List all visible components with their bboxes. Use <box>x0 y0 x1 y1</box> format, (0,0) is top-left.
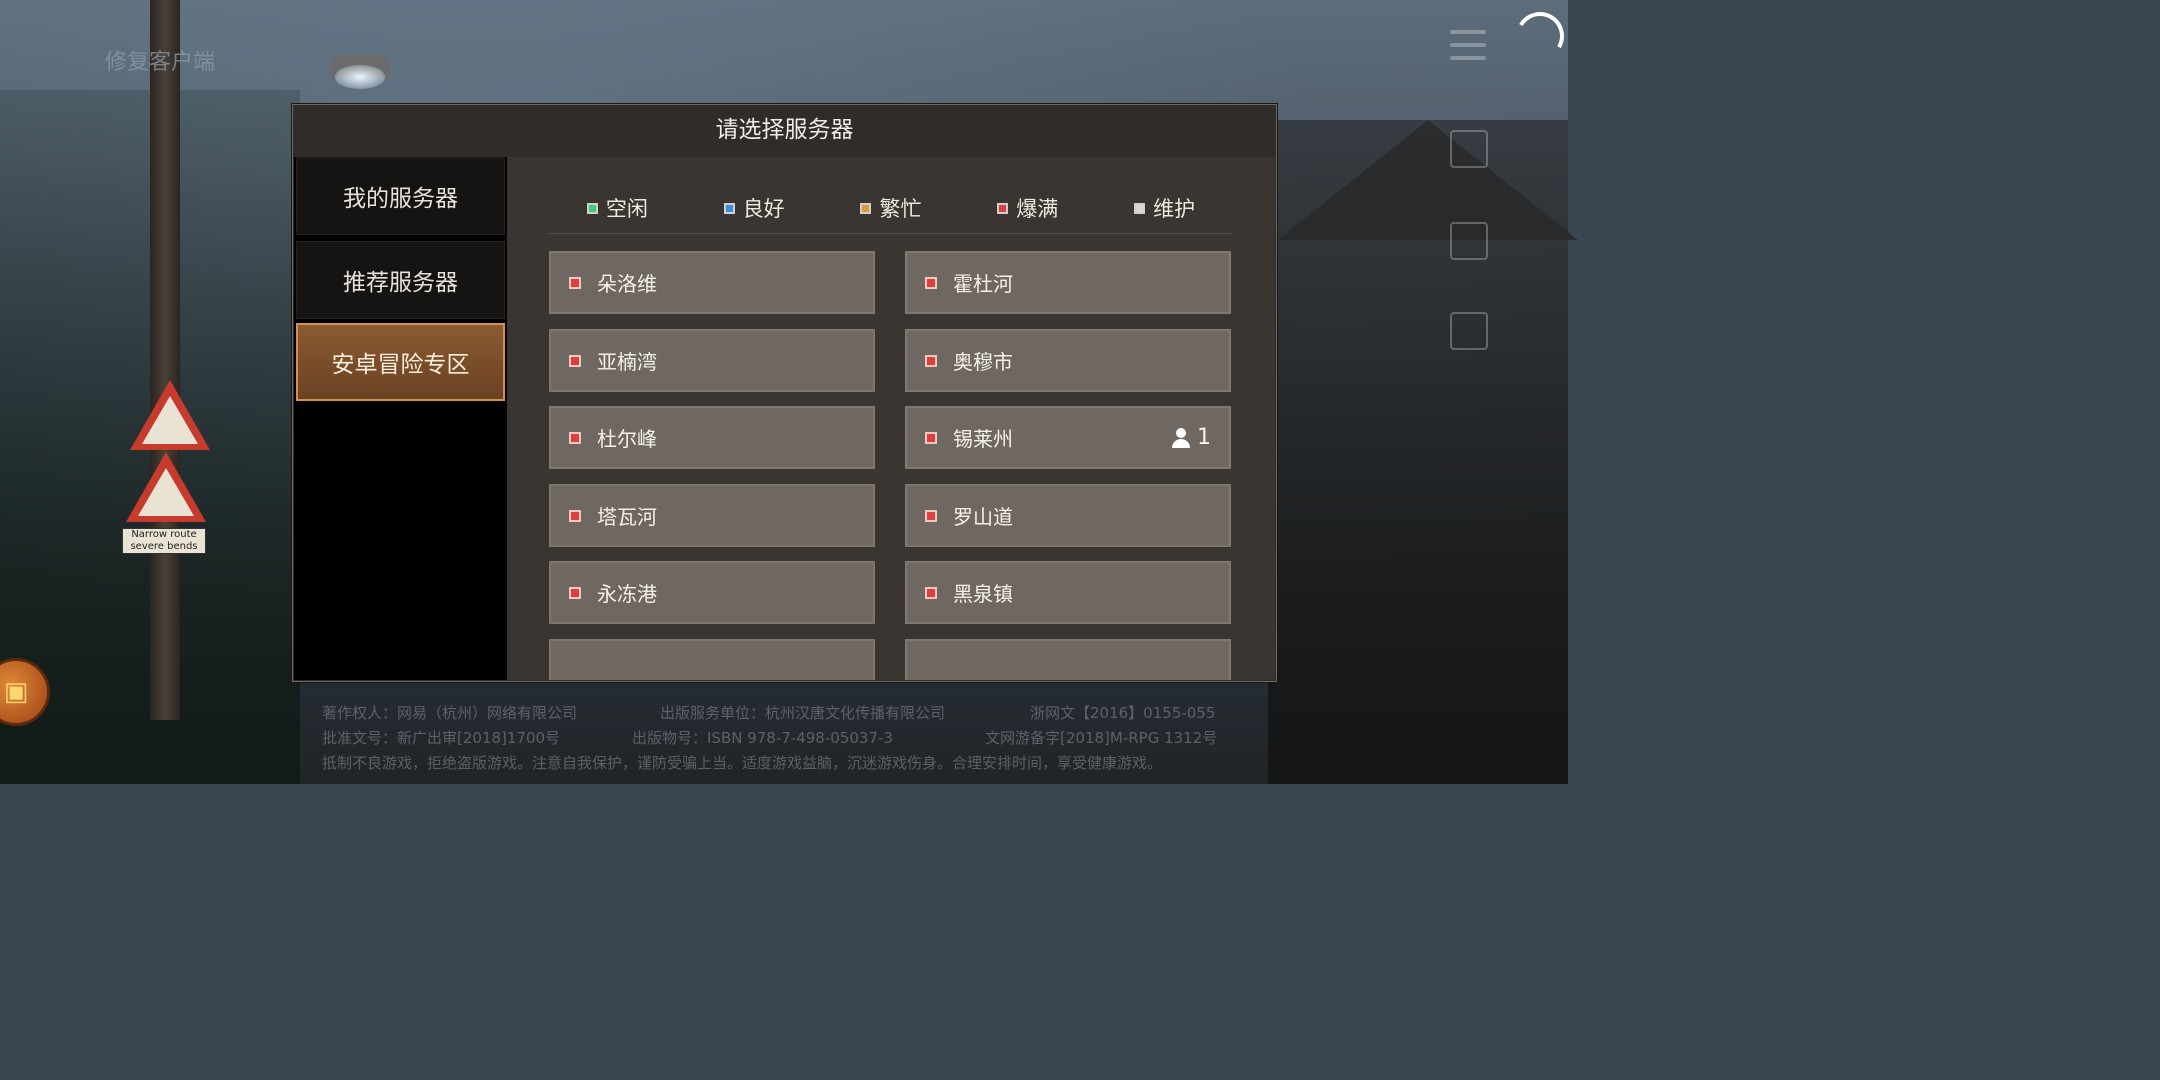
server-name: 塔瓦河 <box>597 505 657 529</box>
footer-legal: 著作权人：网易（杭州）网络有限公司 出版服务单位：杭州汉唐文化传播有限公司 浙网… <box>0 694 1568 784</box>
tab-my-servers[interactable]: 我的服务器 <box>296 157 505 235</box>
server-button[interactable]: 亚楠湾 <box>549 329 875 392</box>
server-select-dialog: 请选择服务器 我的服务器 推荐服务器 安卓冒险专区 空闲 良好 繁忙 爆满 维护… <box>292 104 1277 682</box>
notice-icon[interactable] <box>1450 130 1488 168</box>
status-maintenance-icon <box>1134 202 1146 214</box>
legend-label: 繁忙 <box>879 197 922 221</box>
status-full-icon <box>925 431 937 444</box>
edit-icon[interactable] <box>1450 222 1488 260</box>
status-full-icon <box>569 431 581 444</box>
server-name: 杜尔峰 <box>597 427 657 451</box>
status-idle-icon <box>586 202 598 214</box>
server-button-partial[interactable] <box>905 639 1231 680</box>
server-name: 朵洛维 <box>597 272 657 296</box>
dialog-title: 请选择服务器 <box>715 117 854 143</box>
tab-android-adventure[interactable]: 安卓冒险专区 <box>296 323 505 401</box>
server-button-partial[interactable] <box>549 639 875 680</box>
server-name: 永冻港 <box>597 582 657 606</box>
legend-label: 空闲 <box>605 197 648 221</box>
legend-good: 良好 <box>723 193 785 223</box>
footer-copyright: 著作权人：网易（杭州）网络有限公司 <box>322 704 578 722</box>
footer-health-notice: 抵制不良游戏，拒绝盗版游戏。注意自我保护，谨防受骗上当。适度游戏益脑，沉迷游戏伤… <box>322 754 1163 772</box>
background-house <box>1268 120 1578 784</box>
character-count-value: 1 <box>1197 425 1211 450</box>
server-name: 锡莱州 <box>953 427 1013 451</box>
status-full-icon <box>925 354 937 367</box>
status-full-icon <box>925 586 937 599</box>
server-button[interactable]: 霍杜河 <box>905 251 1231 314</box>
footer-record: 文网游备字[2018]M-RPG 1312号 <box>985 729 1218 747</box>
repair-client-button[interactable]: 修复客户端 <box>105 44 215 76</box>
status-full-icon <box>925 509 937 522</box>
server-name: 霍杜河 <box>953 272 1013 296</box>
server-button[interactable]: 锡莱州 1 <box>905 406 1231 469</box>
server-button[interactable]: 永冻港 <box>549 561 875 624</box>
server-name: 奥穆市 <box>953 350 1013 374</box>
legend-busy: 繁忙 <box>860 193 921 223</box>
server-button[interactable]: 杜尔峰 <box>549 406 875 469</box>
server-tabs: 我的服务器 推荐服务器 安卓冒险专区 <box>294 157 507 680</box>
footer-approval: 批准文号：新广出审[2018]1700号 <box>322 729 561 747</box>
footer-isbn: 出版物号：ISBN 978-7-498-05037-3 <box>632 729 893 747</box>
tab-recommended-servers[interactable]: 推荐服务器 <box>296 241 505 319</box>
server-button[interactable]: 黑泉镇 <box>905 561 1231 624</box>
status-full-icon <box>569 586 581 599</box>
legend-maintenance: 维护 <box>1134 193 1195 223</box>
legend-label: 良好 <box>742 197 785 221</box>
video-icon[interactable] <box>1450 312 1488 350</box>
utility-pole <box>150 0 180 720</box>
lamp-glow <box>335 65 385 89</box>
footer-publisher: 出版服务单位：杭州汉唐文化传播有限公司 <box>660 704 946 722</box>
legend-idle: 空闲 <box>586 193 648 223</box>
server-name: 亚楠湾 <box>597 350 657 374</box>
server-name: 罗山道 <box>953 505 1013 529</box>
server-button[interactable]: 朵洛维 <box>549 251 875 314</box>
user-icon <box>1171 427 1191 448</box>
status-full-icon <box>997 202 1009 214</box>
status-full-icon <box>569 276 581 289</box>
legend-label: 维护 <box>1153 197 1196 221</box>
legend-full: 爆满 <box>997 193 1058 223</box>
legend-label: 爆满 <box>1016 197 1059 221</box>
road-sign-text: Narrow route severe bends <box>122 528 206 554</box>
status-full-icon <box>925 276 937 289</box>
status-full-icon <box>569 354 581 367</box>
server-button[interactable]: 奥穆市 <box>905 329 1231 392</box>
menu-icon[interactable] <box>1450 30 1486 60</box>
status-legend: 空闲 良好 繁忙 爆满 维护 <box>549 183 1233 234</box>
server-button[interactable]: 罗山道 <box>905 484 1231 547</box>
status-full-icon <box>569 509 581 522</box>
status-busy-icon <box>860 202 872 214</box>
server-name: 黑泉镇 <box>953 582 1013 606</box>
deer-crossing-sign-icon <box>126 452 206 522</box>
character-count: 1 <box>1171 425 1211 450</box>
footer-culture-no: 浙网文【2016】0155-055 <box>1030 704 1216 722</box>
server-list-panel: 空闲 良好 繁忙 爆满 维护 朵洛维 霍杜河 亚楠湾 奥穆市 杜尔峰 锡莱州 1… <box>507 157 1275 680</box>
status-good-icon <box>723 202 735 214</box>
server-button[interactable]: 塔瓦河 <box>549 484 875 547</box>
warning-sign-icon <box>130 380 210 450</box>
